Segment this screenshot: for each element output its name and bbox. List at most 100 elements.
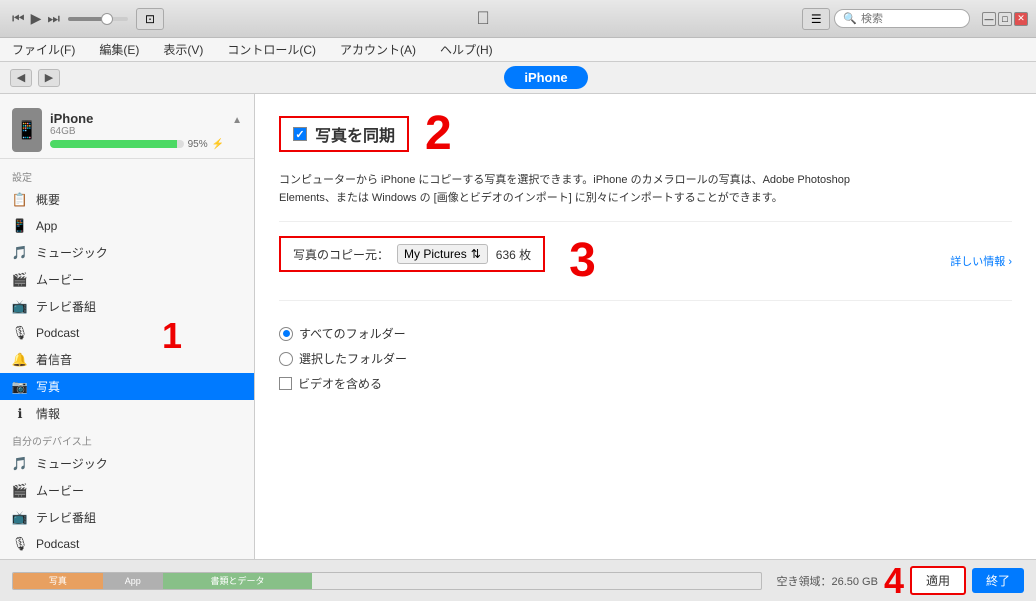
- copy-source-row: 写真のコピー元： My Pictures ⇅ 636 枚: [279, 236, 545, 272]
- storage-bar: 写真 App 書類とデータ: [12, 572, 762, 590]
- podcast-icon: 🎙: [12, 325, 28, 341]
- device-name: iPhone: [50, 111, 224, 126]
- window-controls: — □ ✕: [982, 12, 1028, 26]
- movie-icon: 🎬: [12, 272, 28, 288]
- menu-edit[interactable]: 編集(E): [95, 39, 143, 60]
- menu-file[interactable]: ファイル(F): [8, 39, 79, 60]
- storage-free: [312, 573, 761, 589]
- menu-account[interactable]: アカウント(A): [336, 39, 420, 60]
- music-icon: 🎵: [12, 245, 28, 261]
- radio-all-folders[interactable]: すべてのフォルダー: [279, 325, 1012, 342]
- storage-apps: App: [103, 573, 163, 589]
- bottom-bar: 写真 App 書類とデータ 空き領域：26.50 GB 4 適用 終了: [0, 559, 1036, 601]
- sidebar-item-app[interactable]: 📱 App: [0, 213, 254, 239]
- battery-pct: 95%: [188, 139, 208, 150]
- description-text: コンピューターから iPhone にコピーする写真を選択できます。iPhone …: [279, 172, 1012, 222]
- minimize-button[interactable]: —: [982, 12, 996, 26]
- list-view-button[interactable]: ☰: [802, 8, 830, 30]
- my-music-icon: 🎵: [12, 456, 28, 472]
- badge-4: 4: [884, 563, 904, 599]
- sidebar-item-my-movie[interactable]: 🎬 ムービー: [0, 477, 254, 504]
- charge-icon: ⚡: [212, 139, 224, 150]
- volume-slider[interactable]: [68, 17, 128, 21]
- radio-selected-folders[interactable]: 選択したフォルダー: [279, 350, 1012, 367]
- radio-selected-label: 選択したフォルダー: [299, 350, 407, 367]
- options-section: すべてのフォルダー 選択したフォルダー ビデオを含める: [279, 315, 1012, 410]
- sidebar-item-my-podcast[interactable]: 🎙 Podcast: [0, 531, 254, 557]
- volume-thumb: [101, 13, 113, 25]
- sidebar-label-info: 情報: [36, 405, 60, 422]
- sidebar-item-my-music[interactable]: 🎵 ミュージック: [0, 450, 254, 477]
- sidebar-item-music[interactable]: 🎵 ミュージック: [0, 239, 254, 266]
- device-header: 📱 iPhone 64GB 95% ⚡ ▲: [0, 102, 254, 159]
- sidebar-label-ringtone: 着信音: [36, 351, 72, 368]
- title-bar: ⏮ ▶ ⏭ ⊡  ☰ 🔍 — □ ✕: [0, 0, 1036, 38]
- sidebar-label-podcast: Podcast: [36, 326, 79, 340]
- device-tab[interactable]: iPhone: [504, 66, 587, 89]
- storage-photos: 写真: [13, 573, 103, 589]
- radio-all-icon: [279, 327, 293, 341]
- search-icon: 🔍: [843, 12, 857, 25]
- my-movie-icon: 🎬: [12, 483, 28, 499]
- apple-logo-icon: : [476, 8, 490, 29]
- sidebar-item-tv[interactable]: 📺 テレビ番組: [0, 293, 254, 320]
- end-button[interactable]: 終了: [972, 568, 1024, 593]
- back-button[interactable]: ◀: [10, 69, 32, 87]
- checkbox-video-row[interactable]: ビデオを含める: [279, 375, 1012, 392]
- apply-button[interactable]: 適用: [910, 566, 966, 595]
- radio-selected-icon: [279, 352, 293, 366]
- sync-label-text: 写真を同期: [315, 122, 395, 146]
- maximize-button[interactable]: □: [998, 12, 1012, 26]
- battery-bar: [50, 140, 184, 148]
- copy-source-select[interactable]: My Pictures ⇅: [397, 244, 488, 264]
- forward-button[interactable]: ▶: [38, 69, 60, 87]
- sidebar-label-tv: テレビ番組: [36, 298, 96, 315]
- sidebar-item-my-tv[interactable]: 📺 テレビ番組: [0, 504, 254, 531]
- sidebar-item-podcast[interactable]: 🎙 Podcast: [0, 320, 254, 346]
- sidebar-item-movie[interactable]: 🎬 ムービー: [0, 266, 254, 293]
- details-link[interactable]: 詳しい情報 ›: [950, 253, 1012, 269]
- sync-arrow: ▲: [232, 115, 242, 126]
- sidebar: 📱 iPhone 64GB 95% ⚡ ▲ 設定 📋 概要 📱 App: [0, 94, 255, 559]
- video-checkbox[interactable]: [279, 377, 292, 390]
- sync-checkbox-label[interactable]: ✓ 写真を同期: [279, 116, 409, 152]
- bottom-buttons: 適用 終了: [910, 566, 1024, 595]
- fastforward-btn[interactable]: ⏭: [47, 10, 60, 27]
- tv-icon: 📺: [12, 299, 28, 315]
- menu-view[interactable]: 表示(V): [159, 39, 207, 60]
- screen-button[interactable]: ⊡: [136, 8, 164, 30]
- badge-3: 3: [569, 237, 596, 285]
- battery-fill: [50, 140, 177, 148]
- device-size: 64GB: [50, 126, 224, 137]
- search-box: 🔍: [834, 9, 970, 28]
- sidebar-item-summary[interactable]: 📋 概要: [0, 186, 254, 213]
- sidebar-item-ringtone[interactable]: 🔔 着信音: [0, 346, 254, 373]
- sidebar-item-info[interactable]: ℹ 情報: [0, 400, 254, 427]
- section1-label: 設定: [0, 163, 254, 186]
- play-btn[interactable]: ▶: [31, 10, 42, 27]
- video-checkbox-label: ビデオを含める: [298, 375, 382, 392]
- sidebar-item-photos[interactable]: 📷 写真: [0, 373, 254, 400]
- device-info: iPhone 64GB 95% ⚡: [50, 111, 224, 150]
- rewind-btn[interactable]: ⏮: [12, 10, 25, 27]
- close-button[interactable]: ✕: [1014, 12, 1028, 26]
- info-icon: ℹ: [12, 406, 28, 422]
- summary-icon: 📋: [12, 192, 28, 208]
- sidebar-label-my-music: ミュージック: [36, 455, 108, 472]
- sidebar-item-my-books[interactable]: 📚 ブック: [0, 557, 254, 559]
- device-tab-container: iPhone: [66, 66, 1026, 89]
- search-input[interactable]: [861, 13, 961, 25]
- title-right: ☰ 🔍 — □ ✕: [802, 8, 1028, 30]
- content-area: ✓ 写真を同期 2 コンピューターから iPhone にコピーする写真を選択でき…: [255, 94, 1036, 559]
- main-layout: 📱 iPhone 64GB 95% ⚡ ▲ 設定 📋 概要 📱 App: [0, 94, 1036, 559]
- sidebar-label-movie: ムービー: [36, 271, 84, 288]
- my-podcast-icon: 🎙: [12, 536, 28, 552]
- menu-help[interactable]: ヘルプ(H): [436, 39, 497, 60]
- nav-bar: ◀ ▶ iPhone: [0, 62, 1036, 94]
- copy-source-value: My Pictures: [404, 247, 467, 261]
- menu-control[interactable]: コントロール(C): [223, 39, 320, 60]
- device-icon: 📱: [12, 108, 42, 152]
- sync-checkbox[interactable]: ✓: [293, 127, 307, 141]
- sidebar-label-photos: 写真: [36, 378, 60, 395]
- copy-source-label: 写真のコピー元：: [293, 246, 389, 263]
